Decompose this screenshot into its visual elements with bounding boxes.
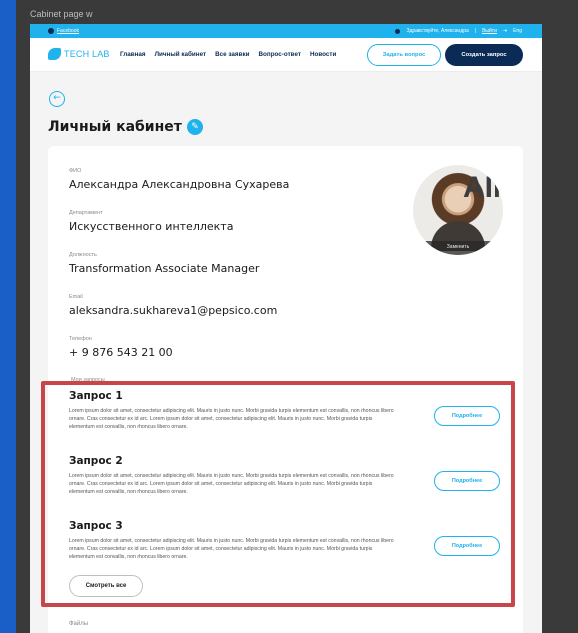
field-department: Департамент Искусственного интеллекта [69, 210, 233, 233]
page-title: Личный кабинет [48, 119, 182, 135]
greeting-text: Здравствуйте, Александра [406, 28, 469, 34]
field-fio: ФИО Александра Александровна Сухарева [69, 168, 289, 191]
top-bar: Facebook Здравствуйте, Александра | Выйт… [30, 24, 542, 38]
field-value: + 9 876 543 21 00 [69, 346, 173, 359]
field-label: Департамент [69, 210, 103, 216]
language-switch[interactable]: Eng [513, 28, 522, 34]
facebook-label: Facebook [57, 28, 79, 34]
requests-section-label: Мои запросы [71, 377, 105, 383]
request-description: Lorem ipsum dolor sit amet, consectetur … [69, 408, 394, 430]
logo-leaf-icon [48, 48, 61, 60]
facebook-icon [48, 28, 54, 34]
details-button[interactable]: Подробнее [434, 536, 500, 556]
avatar[interactable]: AIM Заменить [413, 165, 503, 255]
request-title: Запрос 2 [69, 455, 123, 467]
field-label: Должность [69, 252, 97, 258]
main-nav: Главная Личный кабинет Все заявки Вопрос… [120, 51, 336, 58]
user-icon [395, 28, 401, 34]
nav-item-home[interactable]: Главная [120, 51, 146, 58]
replace-photo-button[interactable]: Заменить [413, 241, 503, 255]
field-label: Телефон [69, 336, 92, 342]
page-frame: Facebook Здравствуйте, Александра | Выйт… [30, 24, 542, 633]
nav-item-requests[interactable]: Все заявки [215, 51, 249, 58]
back-arrow-icon[interactable]: ← [49, 91, 65, 107]
request-description: Lorem ipsum dolor sit amet, consectetur … [69, 538, 394, 560]
avatar-background-text: AIM [463, 171, 503, 204]
details-button[interactable]: Подробнее [434, 471, 500, 491]
request-title: Запрос 3 [69, 520, 123, 532]
nav-item-news[interactable]: Новости [310, 51, 336, 58]
logout-link[interactable]: Выйти [482, 28, 497, 34]
site-header: TECH LAB Главная Личный кабинет Все заяв… [30, 38, 542, 72]
user-bar: Здравствуйте, Александра | Выйти ⇥ Eng [395, 28, 522, 34]
files-section-label: Файлы [69, 621, 89, 627]
request-item: Запрос 2 Lorem ipsum dolor sit amet, con… [69, 455, 509, 496]
field-value: Transformation Associate Manager [69, 262, 260, 275]
see-all-button[interactable]: Смотреть все [69, 575, 143, 597]
canvas-left-strip [0, 0, 16, 633]
logo[interactable]: TECH LAB [48, 48, 110, 60]
create-request-button[interactable]: Создать запрос [445, 44, 523, 66]
field-email: Email aleksandra.sukhareva1@pepsico.com [69, 294, 277, 317]
logo-text: TECH LAB [64, 49, 110, 59]
edit-pencil-icon[interactable]: ✎ [187, 119, 203, 135]
details-button[interactable]: Подробнее [434, 406, 500, 426]
request-description: Lorem ipsum dolor sit amet, consectetur … [69, 473, 394, 495]
separator: | [474, 28, 477, 34]
field-position: Должность Transformation Associate Manag… [69, 252, 259, 275]
field-phone: Телефон + 9 876 543 21 00 [69, 336, 173, 359]
field-label: ФИО [69, 168, 82, 174]
request-item: Запрос 3 Lorem ipsum dolor sit amet, con… [69, 520, 509, 561]
field-label: Email [69, 294, 83, 300]
nav-item-cabinet[interactable]: Личный кабинет [155, 51, 206, 58]
field-value: Искусственного интеллекта [69, 220, 234, 233]
logout-icon: ⇥ [502, 28, 508, 34]
nav-item-faq[interactable]: Вопрос-ответ [259, 51, 301, 58]
request-item: Запрос 1 Lorem ipsum dolor sit amet, con… [69, 390, 509, 431]
field-value: Александра Александровна Сухарева [69, 178, 290, 191]
ask-question-button[interactable]: Задать вопрос [367, 44, 441, 66]
field-value: aleksandra.sukhareva1@pepsico.com [69, 304, 278, 317]
request-title: Запрос 1 [69, 390, 123, 402]
artboard-title: Cabinet page w [30, 9, 93, 19]
facebook-link[interactable]: Facebook [48, 28, 79, 34]
